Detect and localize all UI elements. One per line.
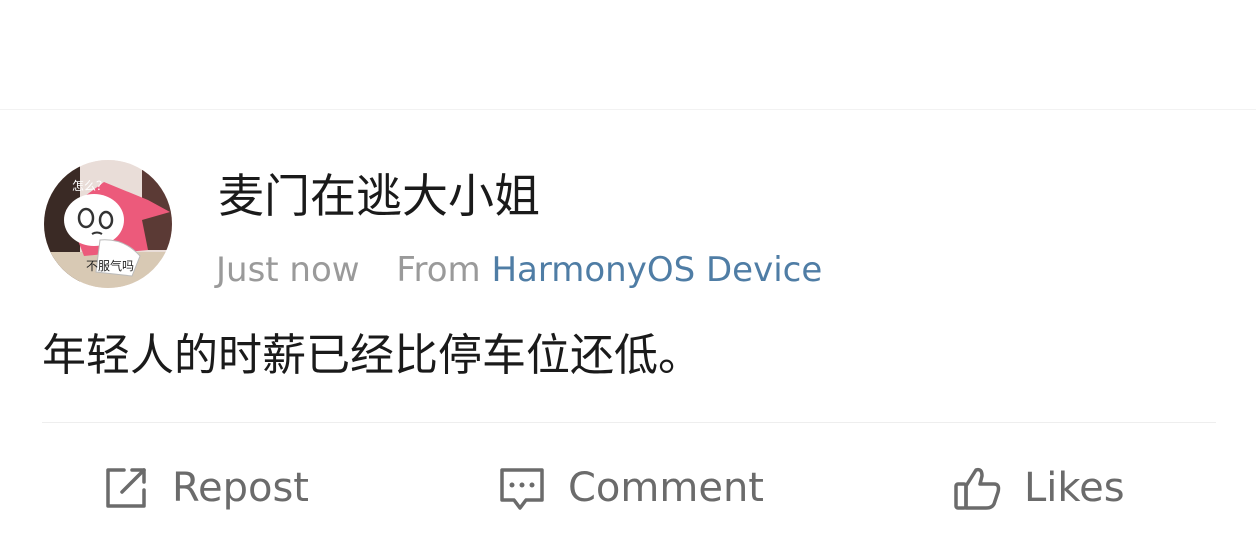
source-prefix: From [396,250,481,290]
repost-label: Repost [172,465,309,511]
repost-button[interactable]: Repost [100,458,309,518]
avatar-sticker-bottom-text: 不服气吗 [86,258,134,273]
post-time: Just now [216,250,360,290]
post-meta: Just now From HarmonyOS Device [216,248,822,292]
avatar[interactable]: 怎么？ 不服气吗 [44,160,172,288]
post-text: 年轻人的时薪已经比停车位还低。 [42,330,702,381]
avatar-sticker-top-text: 怎么？ [72,178,108,193]
weibo-post-card: 怎么？ 不服气吗 麦门在逃大小姐 Just now From HarmonyOS… [0,0,1256,538]
top-divider [0,109,1256,110]
likes-label: Likes [1024,465,1125,511]
source-device-link[interactable]: HarmonyOS Device [491,250,822,290]
avatar-image: 怎么？ 不服气吗 [44,160,172,288]
action-divider [42,422,1216,423]
comment-button[interactable]: Comment [496,458,764,518]
author-name[interactable]: 麦门在逃大小姐 [218,168,540,224]
thumbs-up-icon [954,467,1001,510]
edit-share-icon [106,468,146,508]
comment-label: Comment [568,465,764,511]
likes-button[interactable]: Likes [952,458,1125,518]
comment-bubble-icon [500,468,544,510]
